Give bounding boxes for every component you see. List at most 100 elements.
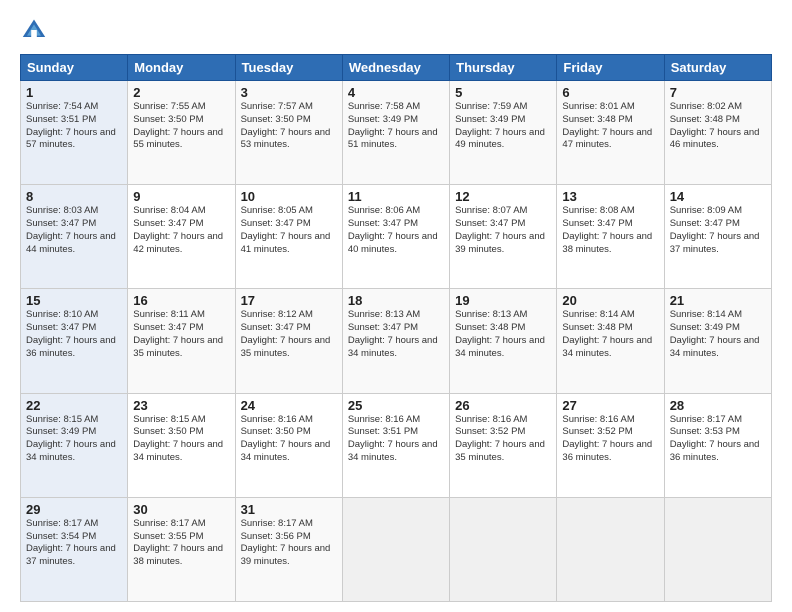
calendar-cell: 25Sunrise: 8:16 AMSunset: 3:51 PMDayligh…: [342, 393, 449, 497]
calendar-cell: 27Sunrise: 8:16 AMSunset: 3:52 PMDayligh…: [557, 393, 664, 497]
day-info: Sunrise: 8:08 AMSunset: 3:47 PMDaylight:…: [562, 205, 658, 256]
calendar-cell: 16Sunrise: 8:11 AMSunset: 3:47 PMDayligh…: [128, 289, 235, 393]
calendar-cell: 30Sunrise: 8:17 AMSunset: 3:55 PMDayligh…: [128, 497, 235, 601]
calendar-cell: 19Sunrise: 8:13 AMSunset: 3:48 PMDayligh…: [450, 289, 557, 393]
week-row-4: 22Sunrise: 8:15 AMSunset: 3:49 PMDayligh…: [21, 393, 772, 497]
day-number: 8: [26, 189, 122, 204]
calendar-cell: 21Sunrise: 8:14 AMSunset: 3:49 PMDayligh…: [664, 289, 771, 393]
day-number: 12: [455, 189, 551, 204]
calendar-cell: 1Sunrise: 7:54 AMSunset: 3:51 PMDaylight…: [21, 81, 128, 185]
calendar-cell: 22Sunrise: 8:15 AMSunset: 3:49 PMDayligh…: [21, 393, 128, 497]
day-number: 5: [455, 85, 551, 100]
day-number: 24: [241, 398, 337, 413]
day-number: 14: [670, 189, 766, 204]
page: SundayMondayTuesdayWednesdayThursdayFrid…: [0, 0, 792, 612]
logo: [20, 16, 52, 44]
day-info: Sunrise: 8:17 AMSunset: 3:55 PMDaylight:…: [133, 518, 229, 569]
day-number: 17: [241, 293, 337, 308]
calendar-cell: 31Sunrise: 8:17 AMSunset: 3:56 PMDayligh…: [235, 497, 342, 601]
day-info: Sunrise: 8:04 AMSunset: 3:47 PMDaylight:…: [133, 205, 229, 256]
day-info: Sunrise: 8:10 AMSunset: 3:47 PMDaylight:…: [26, 309, 122, 360]
calendar-cell: 29Sunrise: 8:17 AMSunset: 3:54 PMDayligh…: [21, 497, 128, 601]
header: [20, 16, 772, 44]
calendar-cell: 11Sunrise: 8:06 AMSunset: 3:47 PMDayligh…: [342, 185, 449, 289]
calendar-cell: [450, 497, 557, 601]
calendar-table: SundayMondayTuesdayWednesdayThursdayFrid…: [20, 54, 772, 602]
header-cell-thursday: Thursday: [450, 55, 557, 81]
day-info: Sunrise: 8:14 AMSunset: 3:49 PMDaylight:…: [670, 309, 766, 360]
calendar-cell: [342, 497, 449, 601]
week-row-5: 29Sunrise: 8:17 AMSunset: 3:54 PMDayligh…: [21, 497, 772, 601]
day-number: 27: [562, 398, 658, 413]
day-number: 21: [670, 293, 766, 308]
day-info: Sunrise: 7:54 AMSunset: 3:51 PMDaylight:…: [26, 101, 122, 152]
day-number: 28: [670, 398, 766, 413]
calendar-cell: 18Sunrise: 8:13 AMSunset: 3:47 PMDayligh…: [342, 289, 449, 393]
calendar-cell: [557, 497, 664, 601]
day-info: Sunrise: 8:13 AMSunset: 3:47 PMDaylight:…: [348, 309, 444, 360]
day-number: 29: [26, 502, 122, 517]
day-info: Sunrise: 8:17 AMSunset: 3:53 PMDaylight:…: [670, 414, 766, 465]
header-cell-friday: Friday: [557, 55, 664, 81]
day-number: 26: [455, 398, 551, 413]
day-info: Sunrise: 8:16 AMSunset: 3:51 PMDaylight:…: [348, 414, 444, 465]
day-info: Sunrise: 8:16 AMSunset: 3:52 PMDaylight:…: [562, 414, 658, 465]
calendar-cell: 5Sunrise: 7:59 AMSunset: 3:49 PMDaylight…: [450, 81, 557, 185]
calendar-cell: 2Sunrise: 7:55 AMSunset: 3:50 PMDaylight…: [128, 81, 235, 185]
day-number: 18: [348, 293, 444, 308]
day-number: 22: [26, 398, 122, 413]
week-row-3: 15Sunrise: 8:10 AMSunset: 3:47 PMDayligh…: [21, 289, 772, 393]
calendar-cell: 28Sunrise: 8:17 AMSunset: 3:53 PMDayligh…: [664, 393, 771, 497]
day-info: Sunrise: 7:57 AMSunset: 3:50 PMDaylight:…: [241, 101, 337, 152]
day-info: Sunrise: 7:55 AMSunset: 3:50 PMDaylight:…: [133, 101, 229, 152]
header-row: SundayMondayTuesdayWednesdayThursdayFrid…: [21, 55, 772, 81]
day-number: 4: [348, 85, 444, 100]
day-info: Sunrise: 8:02 AMSunset: 3:48 PMDaylight:…: [670, 101, 766, 152]
day-number: 15: [26, 293, 122, 308]
calendar-header: SundayMondayTuesdayWednesdayThursdayFrid…: [21, 55, 772, 81]
calendar-cell: 4Sunrise: 7:58 AMSunset: 3:49 PMDaylight…: [342, 81, 449, 185]
day-number: 20: [562, 293, 658, 308]
day-number: 13: [562, 189, 658, 204]
calendar-cell: [664, 497, 771, 601]
calendar-cell: 23Sunrise: 8:15 AMSunset: 3:50 PMDayligh…: [128, 393, 235, 497]
header-cell-wednesday: Wednesday: [342, 55, 449, 81]
day-info: Sunrise: 8:12 AMSunset: 3:47 PMDaylight:…: [241, 309, 337, 360]
week-row-1: 1Sunrise: 7:54 AMSunset: 3:51 PMDaylight…: [21, 81, 772, 185]
header-cell-saturday: Saturday: [664, 55, 771, 81]
day-number: 9: [133, 189, 229, 204]
day-info: Sunrise: 8:03 AMSunset: 3:47 PMDaylight:…: [26, 205, 122, 256]
day-info: Sunrise: 8:15 AMSunset: 3:49 PMDaylight:…: [26, 414, 122, 465]
calendar-cell: 9Sunrise: 8:04 AMSunset: 3:47 PMDaylight…: [128, 185, 235, 289]
day-info: Sunrise: 8:01 AMSunset: 3:48 PMDaylight:…: [562, 101, 658, 152]
day-number: 31: [241, 502, 337, 517]
calendar-cell: 12Sunrise: 8:07 AMSunset: 3:47 PMDayligh…: [450, 185, 557, 289]
day-info: Sunrise: 8:13 AMSunset: 3:48 PMDaylight:…: [455, 309, 551, 360]
day-info: Sunrise: 8:14 AMSunset: 3:48 PMDaylight:…: [562, 309, 658, 360]
header-cell-monday: Monday: [128, 55, 235, 81]
day-info: Sunrise: 8:16 AMSunset: 3:50 PMDaylight:…: [241, 414, 337, 465]
day-info: Sunrise: 7:58 AMSunset: 3:49 PMDaylight:…: [348, 101, 444, 152]
day-number: 16: [133, 293, 229, 308]
day-number: 3: [241, 85, 337, 100]
calendar-cell: 20Sunrise: 8:14 AMSunset: 3:48 PMDayligh…: [557, 289, 664, 393]
calendar-cell: 3Sunrise: 7:57 AMSunset: 3:50 PMDaylight…: [235, 81, 342, 185]
calendar-cell: 7Sunrise: 8:02 AMSunset: 3:48 PMDaylight…: [664, 81, 771, 185]
calendar-cell: 6Sunrise: 8:01 AMSunset: 3:48 PMDaylight…: [557, 81, 664, 185]
week-row-2: 8Sunrise: 8:03 AMSunset: 3:47 PMDaylight…: [21, 185, 772, 289]
calendar-cell: 17Sunrise: 8:12 AMSunset: 3:47 PMDayligh…: [235, 289, 342, 393]
calendar-cell: 15Sunrise: 8:10 AMSunset: 3:47 PMDayligh…: [21, 289, 128, 393]
day-number: 6: [562, 85, 658, 100]
calendar-body: 1Sunrise: 7:54 AMSunset: 3:51 PMDaylight…: [21, 81, 772, 602]
calendar-cell: 10Sunrise: 8:05 AMSunset: 3:47 PMDayligh…: [235, 185, 342, 289]
calendar-cell: 24Sunrise: 8:16 AMSunset: 3:50 PMDayligh…: [235, 393, 342, 497]
day-number: 23: [133, 398, 229, 413]
calendar-cell: 14Sunrise: 8:09 AMSunset: 3:47 PMDayligh…: [664, 185, 771, 289]
day-number: 19: [455, 293, 551, 308]
calendar-cell: 13Sunrise: 8:08 AMSunset: 3:47 PMDayligh…: [557, 185, 664, 289]
calendar-cell: 26Sunrise: 8:16 AMSunset: 3:52 PMDayligh…: [450, 393, 557, 497]
logo-icon: [20, 16, 48, 44]
day-info: Sunrise: 7:59 AMSunset: 3:49 PMDaylight:…: [455, 101, 551, 152]
day-number: 7: [670, 85, 766, 100]
day-number: 25: [348, 398, 444, 413]
